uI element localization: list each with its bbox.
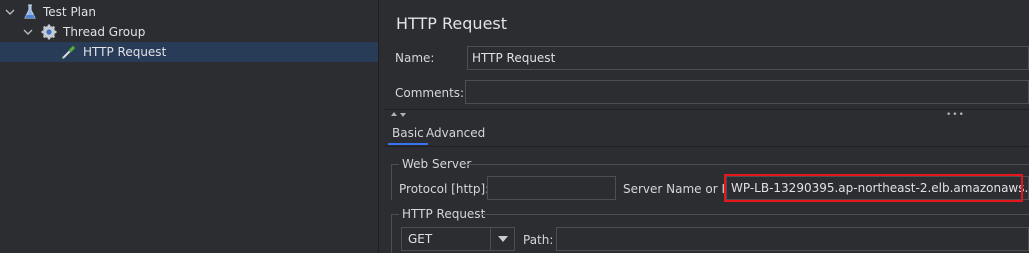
name-field[interactable]: HTTP Request (467, 46, 1029, 70)
path-label: Path: (523, 233, 554, 247)
page-title: HTTP Request (396, 14, 508, 33)
http-request-panel: HTTP Request Name: HTTP Request Comments… (385, 0, 1029, 253)
method-select[interactable]: GET (401, 227, 515, 251)
drag-handle-icon[interactable]: ••• (946, 110, 965, 120)
chevron-down-icon[interactable] (4, 6, 16, 18)
panel-splitter[interactable] (378, 0, 385, 253)
tree-item-label: Thread Group (63, 25, 146, 39)
test-plan-tree: Test Plan Thread Group HTTP Request (0, 0, 378, 253)
group-border (391, 214, 392, 253)
jmeter-window: Test Plan Thread Group HTTP Request HTTP… (0, 0, 1029, 253)
comments-field[interactable] (465, 80, 1029, 104)
group-border (465, 164, 1029, 165)
tab-bar-divider (385, 146, 1029, 147)
comments-label: Comments: (395, 86, 465, 100)
method-value: GET (408, 232, 433, 246)
http-request-group-title: HTTP Request (402, 207, 486, 221)
group-border (391, 164, 392, 200)
server-name-label: Server Name or IP: (623, 182, 737, 196)
name-label: Name: (395, 51, 435, 65)
tree-item-label: HTTP Request (83, 45, 167, 59)
chevron-down-icon[interactable] (22, 26, 34, 38)
web-server-group-title: Web Server (402, 157, 472, 171)
tree-item-test-plan[interactable]: Test Plan (0, 2, 378, 22)
tree-item-http-request[interactable]: HTTP Request (0, 42, 378, 62)
tree-item-thread-group[interactable]: Thread Group (0, 22, 378, 42)
pipette-icon (61, 44, 77, 60)
protocol-field[interactable] (487, 176, 616, 200)
group-border (391, 214, 399, 215)
gear-icon (41, 24, 57, 40)
group-border (391, 164, 399, 165)
divider (385, 109, 1029, 110)
dropdown-arrow-icon[interactable] (490, 228, 514, 250)
path-field[interactable] (556, 227, 1029, 251)
collapse-expand-icon[interactable] (389, 109, 409, 119)
tab-advanced[interactable]: Advanced (422, 123, 489, 145)
highlight-box (724, 174, 1023, 202)
flask-icon (22, 4, 38, 20)
protocol-label: Protocol [http]: (399, 182, 490, 196)
tree-item-label: Test Plan (43, 5, 96, 19)
group-border (479, 214, 1029, 215)
